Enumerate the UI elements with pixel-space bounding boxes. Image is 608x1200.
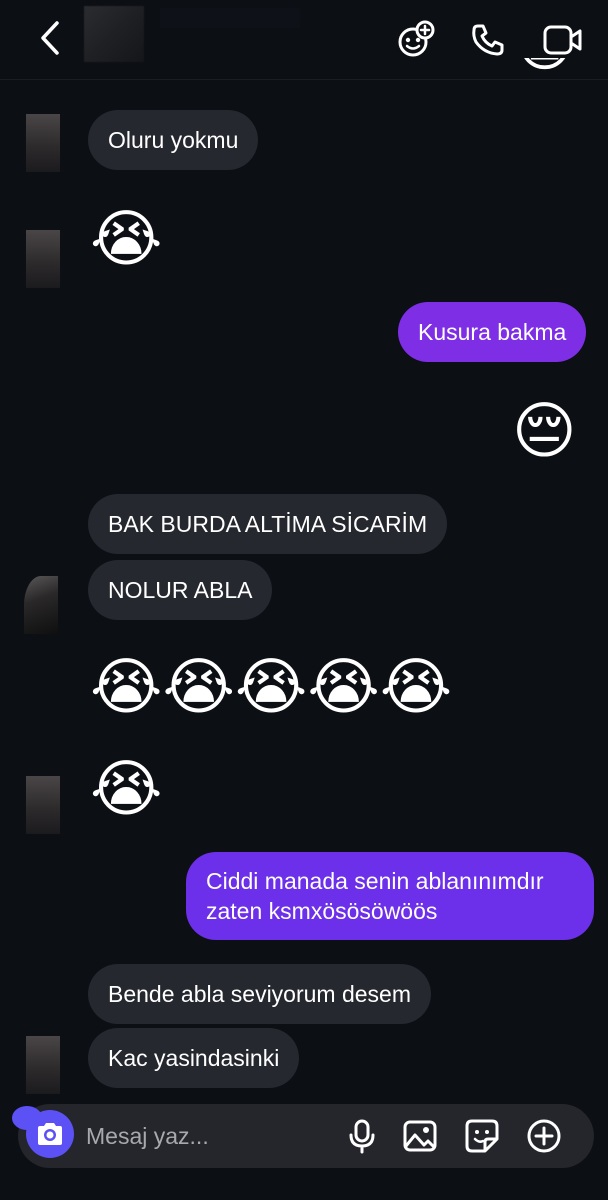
back-button[interactable] (30, 18, 70, 58)
incoming-emoji-message[interactable]: 😭😭😭😭😭 (90, 650, 452, 726)
incoming-emoji-message[interactable]: 😭 (90, 752, 162, 828)
voice-call-button[interactable] (466, 18, 510, 62)
emoji-reaction-button[interactable] (394, 18, 438, 62)
outgoing-message-bubble[interactable]: Kusura bakma (398, 302, 587, 362)
camera-icon (38, 1123, 62, 1145)
message-input[interactable] (86, 1120, 326, 1152)
voice-message-button[interactable] (342, 1116, 382, 1156)
more-options-button[interactable] (524, 1116, 564, 1156)
incoming-message-bubble[interactable]: NOLUR ABLA (88, 560, 273, 620)
outgoing-message-bubble[interactable]: Ciddi manada senin ablanınımdır zaten ks… (186, 852, 594, 940)
chevron-left-icon (41, 21, 59, 55)
sticker-button[interactable] (462, 1116, 502, 1156)
phone-icon (472, 24, 504, 56)
incoming-message-bubble[interactable]: BAK BURDA ALTİMA SİCARİM (88, 494, 448, 554)
incoming-message-bubble[interactable]: Oluru yokmu (88, 110, 259, 170)
video-call-button[interactable] (540, 18, 586, 62)
microphone-icon (349, 1119, 375, 1154)
sender-avatar[interactable] (26, 776, 60, 834)
image-icon (403, 1120, 437, 1152)
camera-button[interactable] (26, 1110, 74, 1158)
video-camera-icon (543, 25, 582, 55)
sender-avatar[interactable] (26, 114, 60, 172)
partial-emoji-message: 😭 (512, 58, 592, 88)
outgoing-emoji-message[interactable]: 😔 (512, 394, 577, 470)
incoming-emoji-message[interactable]: 😭 (90, 202, 162, 278)
contact-name[interactable] (160, 8, 300, 28)
gallery-button[interactable] (400, 1116, 440, 1156)
emoji-plus-icon (398, 20, 435, 57)
contact-avatar[interactable] (84, 6, 144, 62)
incoming-message-bubble[interactable]: Bende abla seviyorum desem (88, 964, 431, 1024)
sender-avatar[interactable] (24, 576, 58, 634)
sticker-icon (465, 1119, 499, 1153)
incoming-message-bubble[interactable]: Kac yasindasinki (88, 1028, 300, 1088)
sender-avatar[interactable] (26, 1036, 60, 1094)
plus-circle-icon (527, 1119, 561, 1153)
sender-avatar[interactable] (26, 230, 60, 288)
